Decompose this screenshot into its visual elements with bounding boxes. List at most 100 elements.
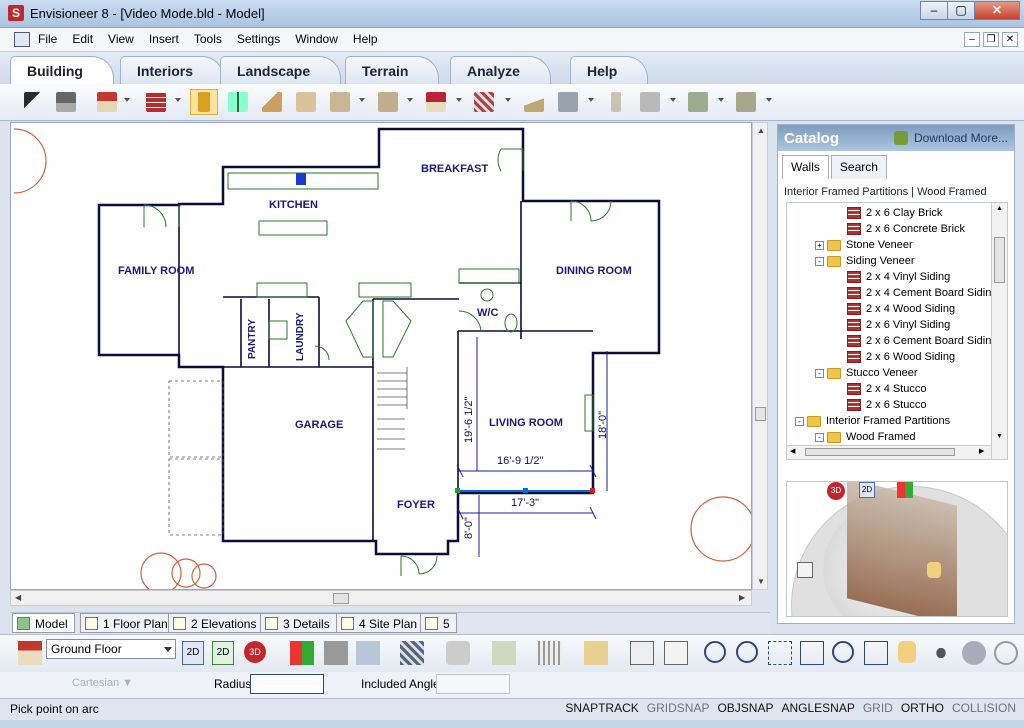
zoom-previous-icon[interactable] [832, 641, 854, 663]
scroll-right-icon[interactable]: ▶ [739, 593, 745, 602]
tab-analyze[interactable]: Analyze [450, 56, 551, 84]
cartesian-dropdown[interactable]: Cartesian ▼ [72, 677, 133, 689]
minimize-button[interactable]: – [920, 1, 948, 20]
catalog-tab-search[interactable]: Search [830, 155, 887, 179]
roof-tool-button[interactable] [422, 89, 450, 115]
opening-tool-button[interactable] [326, 89, 354, 115]
download-icon[interactable] [893, 131, 908, 145]
catalog-tree-item[interactable]: 2 x 6 Stucco [847, 397, 927, 413]
roof-view-icon[interactable] [400, 641, 424, 665]
mdi-restore-button[interactable]: ❐ [983, 32, 999, 47]
3d-view-icon[interactable]: 3D [827, 482, 845, 500]
camera-icon[interactable] [492, 641, 516, 665]
cabinet-tool-button[interactable] [374, 89, 402, 115]
collapse-icon[interactable]: - [815, 368, 824, 378]
building-icon[interactable] [18, 641, 42, 665]
catalog-tree-item[interactable]: - Siding Veneer [815, 253, 915, 269]
2d-view-icon[interactable]: 2D [859, 482, 875, 498]
view-tab-floor-plan[interactable]: 1 Floor Plan [80, 613, 175, 633]
layers-icon[interactable] [584, 641, 608, 665]
scroll-down-icon[interactable]: ▼ [757, 577, 765, 586]
menu-tools[interactable]: Tools [194, 32, 222, 46]
view-tab-site-plan[interactable]: 4 Site Plan [336, 613, 425, 633]
orbit-view-icon[interactable] [962, 641, 986, 665]
view-tab-details[interactable]: 3 Details [260, 613, 337, 633]
walkthrough-icon[interactable] [930, 641, 952, 665]
catalog-tree-item[interactable]: 2 x 6 Wood Siding [847, 349, 955, 365]
grid-toggle[interactable]: GRID [863, 701, 893, 715]
snaptrack-toggle[interactable]: SNAPTRACK [565, 701, 638, 715]
catalog-tab-walls[interactable]: Walls [782, 155, 829, 179]
tree-vertical-scrollbar[interactable]: ▲ ▼ [991, 203, 1007, 459]
beam-tool-button[interactable] [636, 89, 664, 115]
menu-view[interactable]: View [108, 32, 134, 46]
anglesnap-toggle[interactable]: ANGLESNAP [781, 701, 854, 715]
house-view-icon[interactable] [356, 641, 380, 665]
catalog-tree-item[interactable]: 2 x 6 Concrete Brick [847, 221, 965, 237]
color-view-icon[interactable] [897, 482, 913, 498]
catalog-tree-item[interactable]: 2 x 4 Cement Board Siding [847, 285, 997, 301]
hand-pan-icon[interactable] [927, 562, 941, 578]
ramp-tool-button[interactable] [520, 89, 548, 115]
catalog-tree-item[interactable]: - Interior Framed Partitions [795, 413, 950, 429]
expand-icon[interactable]: + [815, 240, 824, 250]
catalog-tree-item[interactable]: 2 x 6 Clay Brick [847, 205, 942, 221]
railing-tool-button[interactable] [684, 89, 712, 115]
objsnap-toggle[interactable]: OBJSNAP [717, 701, 773, 715]
menu-edit[interactable]: Edit [72, 32, 93, 46]
tab-building[interactable]: Building [10, 56, 114, 84]
menu-window[interactable]: Window [295, 32, 338, 46]
catalog-tree-item[interactable]: 2 x 6 Vinyl Siding [847, 317, 950, 333]
document-icon[interactable] [14, 32, 30, 47]
orbit-icon[interactable] [797, 562, 813, 578]
select-tool-button[interactable] [20, 89, 48, 115]
catalog-tree-item[interactable]: 2 x 4 Vinyl Siding [847, 269, 950, 285]
maximize-button[interactable]: ▢ [947, 1, 975, 20]
scroll-thumb[interactable] [333, 593, 349, 604]
canvas-vertical-scrollbar[interactable]: ▲ ▼ [752, 122, 768, 590]
catalog-tree[interactable]: 2 x 6 Clay Brick 2 x 6 Concrete Brick + Sto… [786, 202, 1008, 460]
stairs-tool-button[interactable] [258, 89, 286, 115]
display-settings-icon[interactable] [630, 641, 654, 665]
catalog-tree-item[interactable]: 2 x 4 Stucco [847, 381, 927, 397]
zoom-in-icon[interactable] [704, 641, 726, 663]
2d-view-button[interactable]: 2D [182, 641, 204, 665]
drawing-canvas[interactable]: BREAKFAST KITCHEN FAMILY ROOM DINING ROO… [10, 122, 752, 590]
view-tab-model[interactable]: Model [12, 613, 75, 633]
door-tool-button[interactable] [190, 89, 218, 115]
mdi-minimize-button[interactable]: – [964, 32, 980, 47]
tab-landscape[interactable]: Landscape [220, 56, 342, 84]
ortho-toggle[interactable]: ORTHO [901, 701, 944, 715]
scroll-left-icon[interactable]: ◀ [15, 593, 21, 602]
paint-tool-button[interactable] [52, 89, 80, 115]
tree-horizontal-scrollbar[interactable]: ◀ ▶ [787, 445, 991, 459]
3d-view-button[interactable]: 3D [244, 641, 266, 663]
floor-tool-button[interactable] [292, 89, 320, 115]
tab-interiors[interactable]: Interiors [120, 56, 225, 84]
close-button[interactable]: ✕ [974, 1, 1020, 20]
scroll-thumb[interactable] [755, 407, 766, 421]
view-tab-5[interactable]: 5 [420, 613, 457, 633]
2d-color-view-button[interactable]: 2D [212, 641, 234, 665]
deck-tool-button[interactable] [470, 89, 498, 115]
zoom-extents-icon[interactable] [768, 641, 792, 665]
window-tool-button[interactable] [224, 89, 252, 115]
tab-help[interactable]: Help [570, 56, 649, 84]
menu-settings[interactable]: Settings [237, 32, 280, 46]
properties-icon[interactable] [664, 641, 688, 665]
foundation-tool-button[interactable] [554, 89, 582, 115]
collision-toggle[interactable]: COLLISION [952, 701, 1016, 715]
floor-select[interactable]: Ground Floor [46, 639, 176, 659]
gridsnap-toggle[interactable]: GRIDSNAP [647, 701, 710, 715]
scroll-up-icon[interactable]: ▲ [757, 126, 765, 135]
render-mode-icon[interactable] [290, 641, 314, 665]
rotate-view-icon[interactable] [994, 641, 1018, 665]
view-tab-elevations[interactable]: 2 Elevations [168, 613, 264, 633]
catalog-tree-item[interactable]: - Wood Framed [815, 429, 916, 445]
menu-insert[interactable]: Insert [149, 32, 179, 46]
fence-icon[interactable] [538, 641, 562, 665]
zoom-out-icon[interactable] [736, 641, 758, 663]
download-more-link[interactable]: Download More... [914, 131, 1008, 145]
catalog-tree-item[interactable]: + Stone Veneer [815, 237, 913, 253]
radius-input[interactable] [250, 674, 324, 694]
